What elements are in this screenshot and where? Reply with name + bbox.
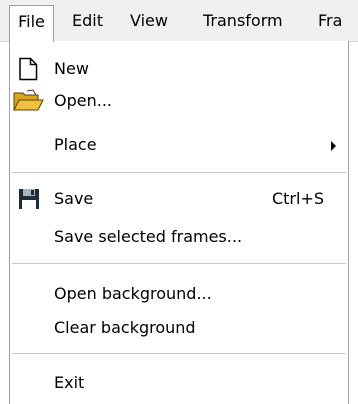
menu-item-new-label: New: [54, 59, 89, 78]
menu-edit[interactable]: Edit: [72, 11, 103, 31]
open-folder-icon: [12, 89, 44, 113]
menu-item-save-label: Save: [54, 189, 94, 208]
menu-item-exit[interactable]: Exit: [10, 368, 348, 398]
menu-item-place[interactable]: Place: [10, 130, 348, 160]
menu-view[interactable]: View: [130, 11, 168, 31]
menu-file[interactable]: File: [9, 5, 54, 42]
menu-frame[interactable]: Fra: [318, 11, 342, 31]
menu-item-open[interactable]: Open...: [10, 86, 348, 116]
menu-item-exit-label: Exit: [54, 373, 85, 392]
floppy-disk-icon: [16, 187, 42, 211]
menu-item-place-label: Place: [54, 135, 97, 154]
menu-item-open-label: Open...: [54, 91, 112, 110]
file-menu-dropdown: New Open... Place Save Ctrl+S Save selec…: [9, 41, 349, 404]
menu-separator: [12, 172, 346, 173]
menu-item-new[interactable]: New: [10, 54, 348, 84]
menu-item-save-selected-frames[interactable]: Save selected frames...: [10, 222, 348, 252]
menu-transform[interactable]: Transform: [203, 11, 283, 31]
menu-bar: File Edit View Transform Fra: [0, 0, 358, 42]
menu-separator: [12, 263, 346, 264]
menu-separator: [12, 353, 346, 354]
application-screen: File Edit View Transform Fra New Open...…: [0, 0, 358, 404]
save-shortcut: Ctrl+S: [271, 189, 324, 208]
menu-item-save-selected-frames-label: Save selected frames...: [54, 227, 243, 246]
menu-item-save[interactable]: Save Ctrl+S: [10, 184, 348, 214]
new-document-icon: [16, 57, 42, 81]
submenu-arrow-icon: [331, 141, 336, 151]
menu-item-clear-background-label: Clear background: [54, 318, 196, 337]
menu-item-open-background-label: Open background...: [54, 284, 212, 303]
menu-item-open-background[interactable]: Open background...: [10, 279, 348, 309]
menu-item-clear-background[interactable]: Clear background: [10, 313, 348, 343]
